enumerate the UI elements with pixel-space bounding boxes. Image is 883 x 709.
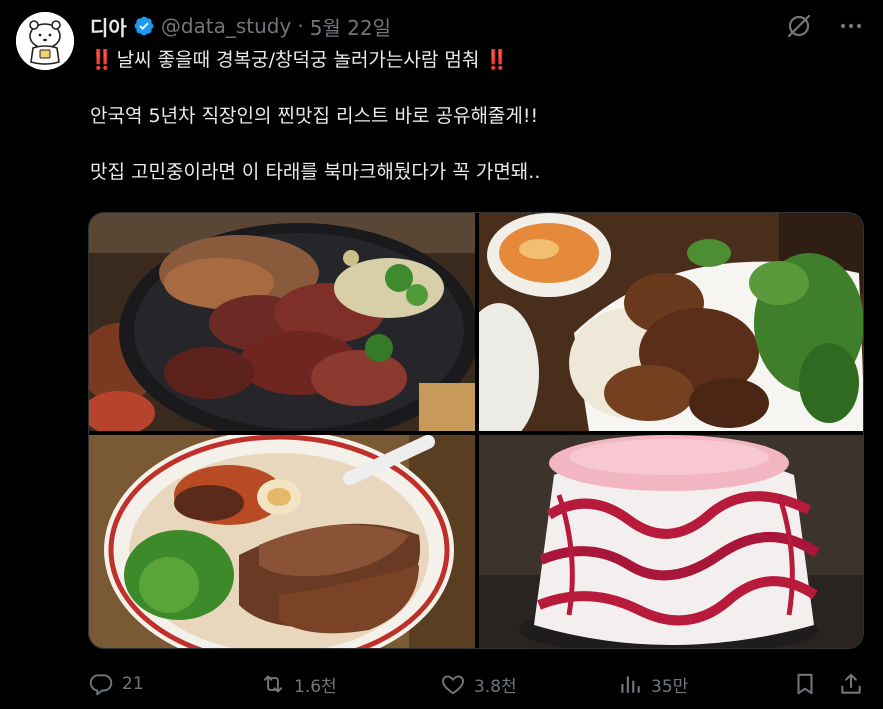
view-count: 35만: [651, 676, 689, 697]
tweet-line-2: 안국역 5년차 직장인의 찐맛집 리스트 바로 공유해줄게!!: [90, 105, 539, 127]
retweet-button[interactable]: 1.6천: [260, 668, 337, 700]
heart-icon: [442, 675, 464, 695]
grok-icon[interactable]: [785, 12, 813, 40]
media-grid: [88, 212, 864, 649]
views-chart-icon: [621, 676, 640, 693]
tweet: 디아 @data_study · 5월 22일 ‼️ 날씨 좋을때 경복궁/창덕궁…: [0, 0, 883, 709]
like-count: 3.8천: [474, 676, 517, 697]
pork-noodles-photo: [479, 213, 863, 431]
grilled-meat-photo: [89, 213, 475, 431]
tweet-text: ‼️ 날씨 좋을때 경복궁/창덕궁 놀러가는사람 멈춰 ‼️ 안국역 5년차 직장인…: [90, 46, 860, 186]
media-photo-bingsu[interactable]: [479, 435, 863, 648]
bookmark-button[interactable]: [792, 668, 818, 700]
tweet-header: 디아 @data_study · 5월 22일: [90, 12, 391, 40]
like-button[interactable]: 3.8천: [440, 668, 517, 700]
verified-badge-icon: [134, 16, 154, 36]
media-photo-pork-noodles[interactable]: [479, 213, 863, 431]
top-actions: [785, 12, 865, 40]
media-photo-grilled-meat[interactable]: [89, 213, 475, 431]
views-button[interactable]: 35만: [617, 668, 688, 700]
ramen-photo: [89, 435, 475, 648]
display-name[interactable]: 디아: [90, 12, 127, 41]
share-button[interactable]: [838, 668, 864, 700]
retweet-icon: [263, 675, 283, 693]
retweet-count: 1.6천: [294, 676, 337, 697]
separator-dot: ·: [297, 14, 304, 38]
tweet-line-1: ‼️ 날씨 좋을때 경복궁/창덕궁 놀러가는사람 멈춰 ‼️: [90, 46, 860, 74]
bear-avatar-icon: [16, 12, 74, 70]
bookmark-icon: [797, 673, 813, 695]
more-icon[interactable]: [837, 12, 865, 40]
tweet-line-1-text: 날씨 좋을때 경복궁/창덕궁 놀러가는사람 멈춰: [116, 49, 480, 71]
avatar[interactable]: [16, 12, 74, 70]
user-handle[interactable]: @data_study: [161, 14, 292, 38]
action-bar: 21 1.6천 3.8천 35만: [88, 668, 864, 700]
tweet-line-3: 맛집 고민중이라면 이 타래를 북마크해뒀다가 꼭 가면돼..: [90, 161, 541, 183]
post-date[interactable]: 5월 22일: [310, 12, 391, 41]
reply-button[interactable]: 21: [88, 668, 144, 700]
media-photo-ramen[interactable]: [89, 435, 475, 648]
reply-count: 21: [122, 674, 144, 694]
share-icon: [841, 673, 861, 694]
bingsu-photo: [479, 435, 863, 648]
reply-icon: [89, 674, 113, 696]
double-exclamation-emoji: ‼️: [485, 49, 509, 71]
double-exclamation-emoji: ‼️: [90, 49, 114, 71]
